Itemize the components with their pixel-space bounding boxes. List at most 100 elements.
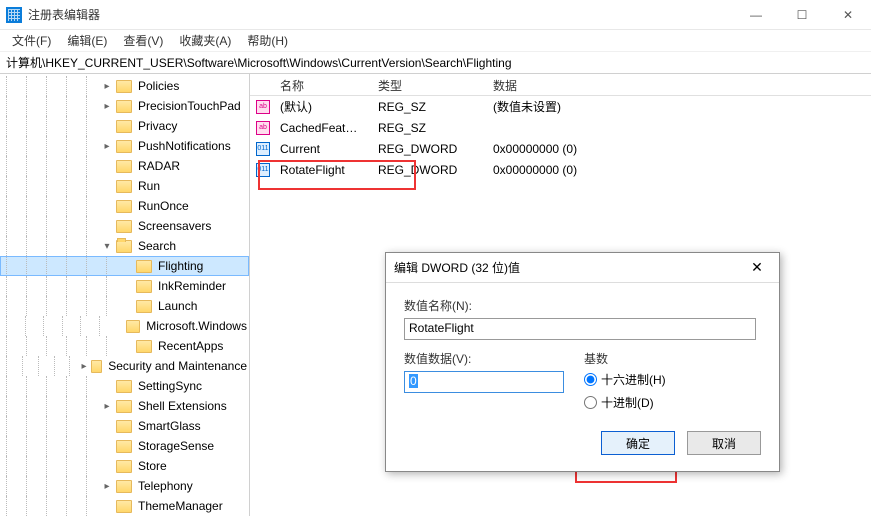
folder-icon <box>116 120 132 133</box>
folder-icon <box>136 300 152 313</box>
tree-item-label: RADAR <box>136 159 182 173</box>
tree-item-label: Search <box>136 239 178 253</box>
menu-item[interactable]: 收藏夹(A) <box>171 30 239 51</box>
maximize-button[interactable]: ☐ <box>779 0 825 30</box>
col-data[interactable]: 数据 <box>485 74 871 95</box>
value-data: 0x00000000 (0) <box>485 163 871 177</box>
tree-item-label: Microsoft.Windows <box>144 319 249 333</box>
close-button[interactable]: ✕ <box>825 0 871 30</box>
folder-icon <box>116 220 132 233</box>
tree-item[interactable]: SmartGlass <box>0 416 249 436</box>
tree-item[interactable]: ▸Shell Extensions <box>0 396 249 416</box>
menu-item[interactable]: 编辑(E) <box>59 30 115 51</box>
ok-button[interactable]: 确定 <box>601 431 675 455</box>
folder-icon <box>136 280 152 293</box>
tree-item-label: Store <box>136 459 169 473</box>
chevron-down-icon[interactable]: ▾ <box>100 241 114 252</box>
menu-item[interactable]: 帮助(H) <box>239 30 296 51</box>
value-row[interactable]: ab(默认)REG_SZ(数值未设置) <box>250 96 871 117</box>
folder-icon <box>116 380 132 393</box>
value-name: CachedFeature... <box>272 121 370 135</box>
value-data: 0x00000000 (0) <box>485 142 871 156</box>
tree-item[interactable]: StorageSense <box>0 436 249 456</box>
tree-item[interactable]: ▸Policies <box>0 76 249 96</box>
tree-item[interactable]: ▸ PrecisionTouchPad <box>0 96 249 116</box>
window-titlebar: 注册表编辑器 — ☐ ✕ <box>0 0 871 30</box>
tree-item[interactable]: RecentApps <box>0 336 249 356</box>
value-data-field[interactable]: 0 <box>404 371 564 393</box>
tree-item-label: RunOnce <box>136 199 191 213</box>
tree-item-label: Flighting <box>156 259 205 273</box>
app-icon <box>6 7 22 23</box>
value-row[interactable]: 011RotateFlightREG_DWORD0x00000000 (0) <box>250 159 871 180</box>
folder-icon <box>116 80 132 93</box>
folder-icon <box>116 160 132 173</box>
tree-item[interactable]: Microsoft.Windows <box>0 316 249 336</box>
tree-item[interactable]: RunOnce <box>0 196 249 216</box>
folder-icon <box>116 140 132 153</box>
list-header: 名称 类型 数据 <box>250 74 871 96</box>
dword-value-icon: 011 <box>254 163 272 177</box>
value-name: RotateFlight <box>272 163 370 177</box>
tree-item-label: SettingSync <box>136 379 204 393</box>
value-type: REG_SZ <box>370 100 485 114</box>
col-name[interactable]: 名称 <box>250 74 370 95</box>
tree-item[interactable]: ▸Security and Maintenance <box>0 356 249 376</box>
folder-icon <box>136 260 152 273</box>
chevron-right-icon[interactable]: ▸ <box>100 101 114 112</box>
folder-icon <box>116 480 132 493</box>
tree-item[interactable]: ▸ PushNotifications <box>0 136 249 156</box>
value-type: REG_DWORD <box>370 142 485 156</box>
tree-item[interactable]: ▾ Search <box>0 236 249 256</box>
window-title: 注册表编辑器 <box>28 6 100 23</box>
value-name-label: 数值名称(N): <box>404 297 761 314</box>
col-type[interactable]: 类型 <box>370 74 485 95</box>
folder-icon <box>116 200 132 213</box>
string-value-icon: ab <box>254 100 272 114</box>
folder-icon <box>116 100 132 113</box>
chevron-right-icon[interactable]: ▸ <box>100 401 114 412</box>
tree-item[interactable]: SettingSync <box>0 376 249 396</box>
radix-hex-radio[interactable]: 十六进制(H) <box>584 371 666 388</box>
folder-icon <box>116 420 132 433</box>
radix-dec-radio[interactable]: 十进制(D) <box>584 394 666 411</box>
value-type: REG_DWORD <box>370 163 485 177</box>
tree-item[interactable]: Run <box>0 176 249 196</box>
tree-item[interactable]: Launch <box>0 296 249 316</box>
menu-item[interactable]: 文件(F) <box>4 30 59 51</box>
tree-item[interactable]: InkReminder <box>0 276 249 296</box>
tree-item[interactable]: Privacy <box>0 116 249 136</box>
tree-item[interactable]: Screensavers <box>0 216 249 236</box>
tree-item-label: Launch <box>156 299 199 313</box>
chevron-right-icon[interactable]: ▸ <box>100 141 114 152</box>
folder-icon <box>116 240 132 253</box>
chevron-right-icon[interactable]: ▸ <box>100 481 114 492</box>
value-row[interactable]: abCachedFeature...REG_SZ <box>250 117 871 138</box>
dialog-close-icon[interactable]: ✕ <box>743 259 771 276</box>
chevron-right-icon[interactable]: ▸ <box>79 361 89 372</box>
tree-item[interactable]: ThemeManager <box>0 496 249 516</box>
value-row[interactable]: 011CurrentREG_DWORD0x00000000 (0) <box>250 138 871 159</box>
value-data: (数值未设置) <box>485 98 871 115</box>
tree-item-label: PushNotifications <box>136 139 233 153</box>
tree-item[interactable]: Flighting <box>0 256 249 276</box>
tree-item-label: ThemeManager <box>136 499 225 513</box>
tree-item-label: PrecisionTouchPad <box>136 99 243 113</box>
address-text: 计算机\HKEY_CURRENT_USER\Software\Microsoft… <box>6 54 512 71</box>
tree-item-label: RecentApps <box>156 339 225 353</box>
minimize-button[interactable]: — <box>733 0 779 30</box>
tree-item-label: SmartGlass <box>136 419 203 433</box>
menu-item[interactable]: 查看(V) <box>115 30 171 51</box>
tree-item[interactable]: Store <box>0 456 249 476</box>
value-data-label: 数值数据(V): <box>404 350 564 367</box>
chevron-right-icon[interactable]: ▸ <box>100 81 114 92</box>
cancel-button[interactable]: 取消 <box>687 431 761 455</box>
tree-item-label: InkReminder <box>156 279 228 293</box>
folder-icon <box>91 360 103 373</box>
base-label: 基数 <box>584 350 666 367</box>
value-name-field[interactable]: RotateFlight <box>404 318 756 340</box>
tree-item[interactable]: ▸Telephony <box>0 476 249 496</box>
tree-pane[interactable]: ▸Policies▸PrecisionTouchPadPrivacy▸PushN… <box>0 74 250 516</box>
address-bar[interactable]: 计算机\HKEY_CURRENT_USER\Software\Microsoft… <box>0 52 871 74</box>
tree-item[interactable]: RADAR <box>0 156 249 176</box>
